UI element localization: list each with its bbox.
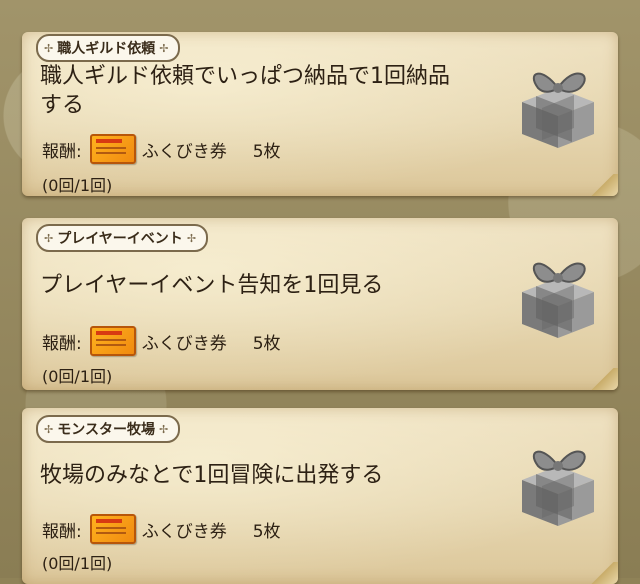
reward-count: 5枚 — [252, 333, 281, 354]
mission-title-line: 職人ギルド依頼でいっぱつ納品で1回納品 — [40, 64, 450, 89]
mission-card-monster-ranch[interactable]: ✢ モンスター牧場 ✢ 牧場のみなとで1回冒険に出発する 報酬: ふくびき券 5… — [22, 408, 618, 584]
reward-label: 報酬: — [42, 521, 82, 542]
fukubiki-ticket-icon — [89, 134, 136, 164]
fukubiki-ticket-icon — [89, 326, 136, 356]
reward-label: 報酬: — [42, 333, 82, 354]
mission-title: 職人ギルド依頼でいっぱつ納品で1回納品 する — [40, 62, 500, 120]
mission-progress: (0回/1回) — [42, 554, 113, 573]
mission-card-player-event[interactable]: ✢ プレイヤーイベント ✢ プレイヤーイベント告知を1回見る 報酬: ふくびき券… — [22, 218, 618, 390]
category-label: モンスター牧場 — [57, 422, 155, 438]
mission-title: 牧場のみなとで1回冒険に出発する — [40, 461, 500, 490]
mission-progress: (0回/1回) — [42, 367, 113, 386]
gift-box-icon — [522, 72, 594, 148]
gift-box-icon — [522, 262, 594, 338]
mission-card-crafting-guild[interactable]: ✢ 職人ギルド依頼 ✢ 職人ギルド依頼でいっぱつ納品で1回納品 する 報酬: ふ… — [22, 32, 618, 196]
reward-row: 報酬: ふくびき券 5枚 — [42, 326, 281, 356]
reward-count: 5枚 — [252, 141, 281, 162]
reward-row: 報酬: ふくびき券 5枚 — [42, 514, 281, 544]
category-tag: ✢ モンスター牧場 ✢ — [36, 415, 181, 443]
fukubiki-ticket-icon — [89, 514, 136, 544]
gift-box-icon — [522, 450, 594, 526]
tag-ornament-icon: ✢ — [159, 41, 169, 55]
reward-count: 5枚 — [252, 521, 281, 542]
tag-ornament-icon: ✢ — [44, 41, 54, 55]
reward-label: 報酬: — [42, 141, 82, 162]
reward-item: ふくびき券 — [141, 333, 227, 354]
mission-title-line: プレイヤーイベント告知を1回見る — [40, 273, 384, 298]
mission-progress: (0回/1回) — [42, 176, 113, 195]
reward-item: ふくびき券 — [141, 141, 227, 162]
category-label: プレイヤーイベント — [57, 231, 183, 247]
category-tag: ✢ プレイヤーイベント ✢ — [36, 224, 209, 252]
mission-title: プレイヤーイベント告知を1回見る — [40, 271, 500, 300]
category-tag: ✢ 職人ギルド依頼 ✢ — [36, 34, 181, 62]
category-label: 職人ギルド依頼 — [57, 41, 156, 57]
mission-title-line: する — [40, 93, 85, 118]
tag-ornament-icon: ✢ — [44, 231, 54, 245]
mission-title-line: 牧場のみなとで1回冒険に出発する — [40, 463, 384, 488]
tag-ornament-icon: ✢ — [158, 422, 169, 436]
tag-ornament-icon: ✢ — [44, 422, 54, 436]
reward-item: ふくびき券 — [141, 521, 227, 542]
reward-row: 報酬: ふくびき券 5枚 — [42, 134, 281, 164]
tag-ornament-icon: ✢ — [186, 231, 197, 245]
